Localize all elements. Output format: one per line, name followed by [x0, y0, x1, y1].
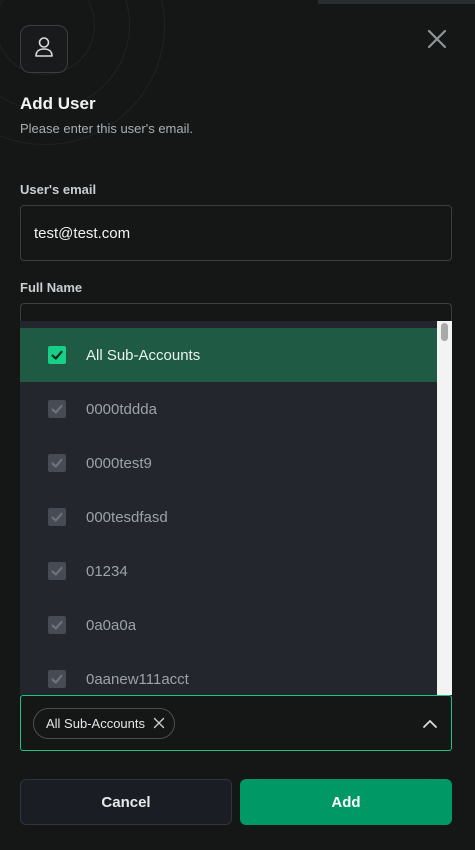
dropdown-option-label: 0000tddda — [86, 400, 157, 418]
cancel-button[interactable]: Cancel — [20, 779, 232, 825]
dropdown-option-label: 000tesdfasd — [86, 508, 168, 526]
chevron-up-icon[interactable] — [421, 715, 439, 733]
scrollbar-thumb[interactable] — [441, 323, 448, 341]
background-strip — [318, 0, 475, 4]
checkbox-checked-icon[interactable] — [48, 508, 66, 526]
modal-subtitle: Please enter this user's email. — [20, 121, 194, 136]
dropdown-option-label: 0aanew111acct — [86, 670, 189, 688]
checkbox-checked-icon[interactable] — [48, 562, 66, 580]
avatar — [20, 25, 68, 73]
full-name-label: Full Name — [20, 280, 83, 295]
dropdown-scrollbar[interactable] — [437, 321, 452, 695]
dropdown-option[interactable]: 0000test9 — [20, 436, 437, 490]
checkbox-checked-icon[interactable] — [48, 454, 66, 472]
user-icon — [34, 36, 54, 63]
sub-account-dropdown: All Sub-Accounts 0000tddda 0000test9 000tes… — [20, 321, 452, 695]
dropdown-option[interactable]: 000tesdfasd — [20, 490, 437, 544]
dropdown-option-label: 0a0a0a — [86, 616, 137, 634]
dropdown-list: All Sub-Accounts 0000tddda 0000test9 000tes… — [20, 328, 452, 695]
email-field[interactable]: test@test.com — [20, 205, 452, 261]
dropdown-option[interactable]: 01234 — [20, 544, 437, 598]
chip-label: All Sub-Accounts — [46, 715, 145, 731]
add-user-modal: Add User Please enter this user's email.… — [0, 0, 475, 850]
email-label: User's email — [20, 182, 97, 197]
checkbox-checked-icon[interactable] — [48, 616, 66, 634]
email-value: test@test.com — [34, 224, 131, 242]
dropdown-option-label: 01234 — [86, 562, 128, 580]
sub-account-select[interactable]: All Sub-Accounts — [20, 695, 452, 751]
close-button[interactable] — [423, 27, 451, 55]
dropdown-option[interactable]: 0a0a0a — [20, 598, 437, 652]
dropdown-option-label: All Sub-Accounts — [86, 346, 201, 364]
dropdown-option[interactable]: All Sub-Accounts — [20, 328, 437, 382]
checkbox-checked-icon[interactable] — [48, 346, 66, 364]
selected-chip: All Sub-Accounts — [33, 707, 175, 739]
close-icon — [427, 29, 447, 54]
dropdown-option[interactable]: 0aanew111acct — [20, 652, 437, 695]
dropdown-option[interactable]: 0000tddda — [20, 382, 437, 436]
modal-title: Add User — [20, 94, 96, 113]
chip-remove-icon[interactable] — [153, 717, 165, 729]
checkbox-checked-icon[interactable] — [48, 400, 66, 418]
checkbox-checked-icon[interactable] — [48, 670, 66, 688]
dropdown-option-label: 0000test9 — [86, 454, 152, 472]
add-button[interactable]: Add — [240, 779, 452, 825]
